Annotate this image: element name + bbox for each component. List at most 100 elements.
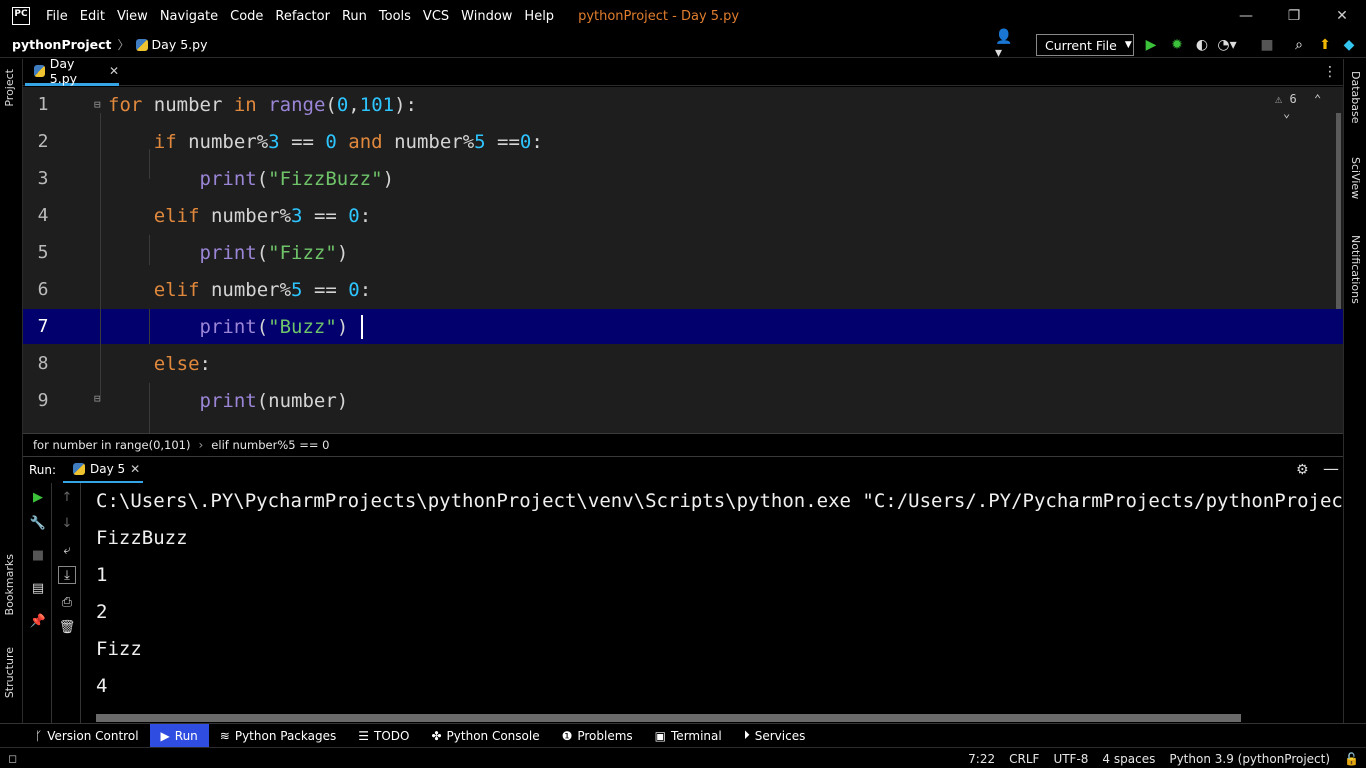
run-console-output[interactable]: C:\Users\.PY\PycharmProjects\pythonProje…: [81, 483, 1343, 723]
tab-label: Problems: [577, 728, 633, 743]
arrow-up-icon[interactable]: ↑: [58, 488, 76, 506]
profile-icon[interactable]: ◔▾: [1217, 36, 1236, 54]
run-panel-label: Run:: [29, 463, 57, 477]
stop-icon[interactable]: ■: [1258, 36, 1276, 54]
breadcrumb-project[interactable]: pythonProject: [12, 37, 112, 52]
code-line: else:: [153, 353, 211, 375]
menu-file[interactable]: File: [40, 9, 74, 24]
code-line: print("Buzz"): [199, 316, 349, 338]
warning-icon: ⚠: [1275, 92, 1283, 106]
more-vertical-icon[interactable]: ⋮: [1323, 64, 1337, 80]
window-title: pythonProject - Day 5.py: [578, 8, 740, 24]
run-icon[interactable]: ▶: [1142, 36, 1160, 54]
python-console-icon: ✤: [431, 728, 442, 743]
stop-icon[interactable]: ■: [29, 546, 47, 564]
tab-label: Terminal: [671, 728, 722, 743]
wrench-icon[interactable]: 🔧: [29, 514, 47, 532]
code-breadcrumb-for[interactable]: for number in range(0,101): [33, 438, 190, 452]
console-horizontal-scrollbar[interactable]: [96, 714, 1241, 722]
fold-icon[interactable]: ⊟: [94, 98, 101, 111]
structure-tool-tab[interactable]: Structure: [3, 647, 16, 698]
trash-icon[interactable]: 🗑: [58, 618, 76, 636]
tab-todo[interactable]: ☰ TODO: [347, 724, 420, 748]
sciview-tool-tab[interactable]: SciView: [1349, 157, 1362, 199]
code-with-me-icon[interactable]: ◆: [1340, 36, 1358, 54]
code-editor[interactable]: 1 2 3 4 5 6 7 8 9 ⊟ ⊟ for number in rang…: [23, 87, 1343, 433]
lock-icon[interactable]: 🔓: [1337, 752, 1366, 766]
status-bar: ◻ 7:22 CRLF UTF-8 4 spaces Python 3.9 (p…: [0, 747, 1366, 768]
menu-view[interactable]: View: [111, 9, 154, 24]
pin-icon[interactable]: 📌: [29, 612, 47, 630]
tab-version-control[interactable]: ᚴ Version Control: [24, 724, 150, 748]
tab-day5-py[interactable]: Day 5.py ✕: [25, 56, 119, 86]
menu-navigate[interactable]: Navigate: [154, 9, 224, 24]
tab-label: Python Packages: [234, 728, 337, 743]
gear-icon[interactable]: ⚙: [1296, 462, 1309, 478]
code-line: elif number%5 == 0:: [153, 279, 372, 301]
chevron-up-icon[interactable]: ⌃: [1314, 92, 1321, 106]
notifications-tool-tab[interactable]: Notifications: [1349, 235, 1362, 304]
list-icon: ☰: [358, 728, 370, 743]
menu-code[interactable]: Code: [224, 9, 269, 24]
line-number: 7: [37, 316, 49, 337]
file-encoding[interactable]: UTF-8: [1046, 752, 1095, 766]
menu-window[interactable]: Window: [455, 9, 518, 24]
hide-panel-icon[interactable]: —: [1323, 459, 1339, 478]
layers-icon: ≋: [219, 728, 230, 743]
terminal-icon: ▣: [654, 728, 667, 743]
code-line: print("Fizz"): [199, 242, 349, 264]
debug-icon[interactable]: ✹: [1168, 36, 1186, 54]
code-line: for number in range(0,101):: [108, 94, 417, 116]
menu-tools[interactable]: Tools: [373, 9, 417, 24]
tab-run[interactable]: ▶ Run: [149, 723, 209, 748]
inspection-widget[interactable]: ⚠ 6 ⌃ ⌄: [1275, 92, 1343, 120]
breadcrumb-file[interactable]: Day 5.py: [135, 37, 207, 52]
user-icon[interactable]: 👤▾: [995, 29, 1013, 61]
console-line: 2: [96, 601, 108, 623]
code-breadcrumb-elif[interactable]: elif number%5 == 0: [211, 438, 329, 452]
python-interpreter[interactable]: Python 3.9 (pythonProject): [1162, 752, 1337, 766]
chevron-down-icon: ▼: [1124, 40, 1132, 50]
code-line: elif number%3 == 0:: [153, 205, 372, 227]
services-icon: ⏵: [743, 728, 750, 742]
menu-help[interactable]: Help: [518, 9, 560, 24]
editor-scrollbar[interactable]: [1336, 113, 1341, 309]
tab-problems[interactable]: ❶ Problems: [551, 724, 644, 748]
run-icon: ▶: [160, 728, 170, 743]
ide-update-icon[interactable]: ⬆: [1316, 36, 1334, 54]
chevron-down-icon[interactable]: ⌄: [1283, 106, 1290, 120]
soft-wrap-icon[interactable]: ⤶: [58, 541, 76, 559]
rerun-icon[interactable]: ▶: [29, 488, 47, 506]
tab-services[interactable]: ⏵ Services: [733, 724, 817, 748]
scroll-to-end-icon[interactable]: ⤓: [58, 566, 76, 584]
database-tool-tab[interactable]: Database: [1349, 71, 1362, 124]
layout-icon[interactable]: ▤: [29, 579, 47, 597]
close-tab-icon[interactable]: ✕: [130, 462, 140, 476]
run-configuration-select[interactable]: Current File ▼: [1036, 34, 1134, 56]
close-tab-icon[interactable]: ✕: [109, 64, 119, 78]
line-number: 8: [37, 353, 49, 374]
project-tool-tab[interactable]: Project: [3, 69, 16, 107]
coverage-icon[interactable]: ◐: [1193, 36, 1211, 54]
close-window-icon[interactable]: ✕: [1318, 0, 1366, 32]
search-icon[interactable]: ⌕: [1290, 36, 1308, 54]
menu-edit[interactable]: Edit: [74, 9, 111, 24]
menu-run[interactable]: Run: [336, 9, 373, 24]
caret-position[interactable]: 7:22: [961, 752, 1002, 766]
run-tab-day5[interactable]: Day 5 ✕: [63, 457, 143, 484]
tab-python-console[interactable]: ✤ Python Console: [420, 724, 550, 748]
bookmarks-tool-tab[interactable]: Bookmarks: [3, 554, 16, 615]
menu-refactor[interactable]: Refactor: [269, 9, 336, 24]
run-panel-header: Run: Day 5 ✕ ⚙ —: [23, 456, 1343, 484]
restore-icon[interactable]: ❐: [1270, 0, 1318, 32]
tab-terminal[interactable]: ▣ Terminal: [644, 724, 733, 748]
print-icon[interactable]: ⎙: [58, 593, 76, 611]
menu-vcs[interactable]: VCS: [417, 9, 455, 24]
line-separator[interactable]: CRLF: [1002, 752, 1046, 766]
arrow-down-icon[interactable]: ↓: [58, 514, 76, 532]
indent-setting[interactable]: 4 spaces: [1095, 752, 1162, 766]
title-bar: PC File Edit View Navigate Code Refactor…: [0, 0, 1366, 32]
tab-python-packages[interactable]: ≋ Python Packages: [209, 724, 347, 748]
event-log-icon[interactable]: ◻: [8, 752, 17, 765]
minimize-icon[interactable]: —: [1222, 0, 1270, 32]
